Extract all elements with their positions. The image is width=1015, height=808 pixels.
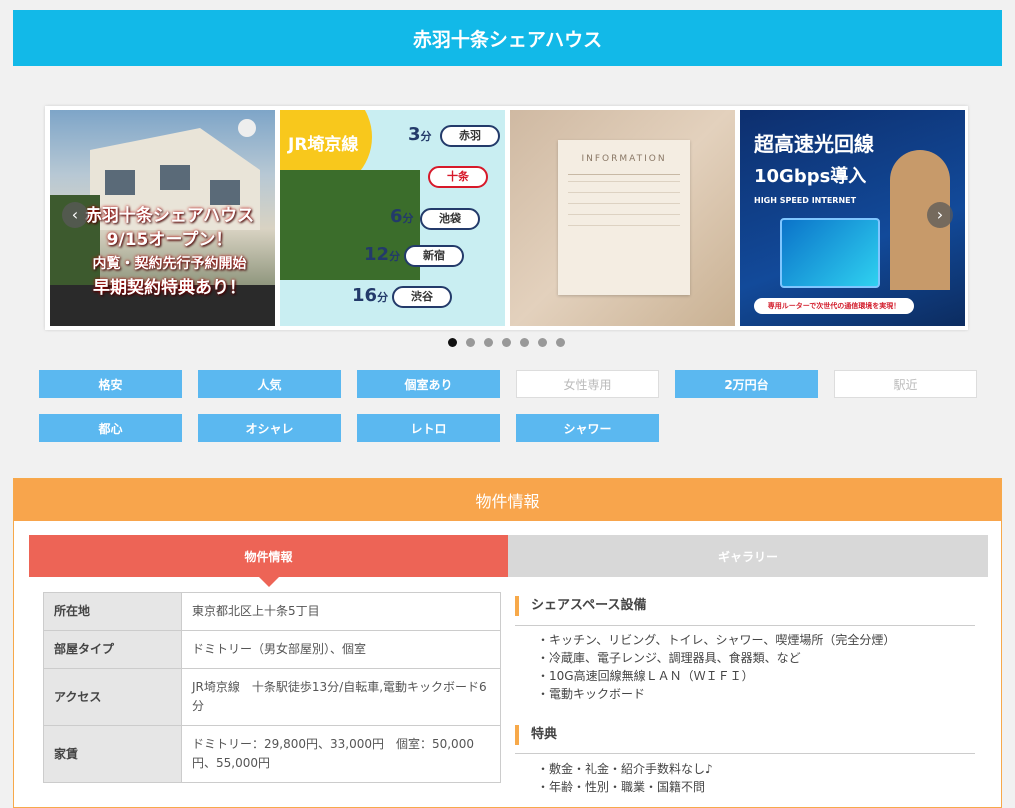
carousel-dot[interactable] <box>538 338 547 347</box>
table-row: アクセス JR埼京線 十条駅徒歩13分/自転車,電動キックボード6分 <box>43 668 501 726</box>
facilities-list: キッチン、リビング、トイレ、シャワー、喫煙場所（完全分煙） 冷蔵庫、電子レンジ、… <box>537 631 895 703</box>
facilities-title: シェアスペース設備 <box>515 596 975 616</box>
carousel-slide-access[interactable]: JR埼京線 3分 赤羽 十条 6分 池袋 12分 新宿 16分 渋谷 <box>280 110 505 326</box>
tag-private-room[interactable]: 個室あり <box>357 370 500 398</box>
carousel-prev-button[interactable]: ‹ <box>62 202 88 228</box>
slide1-line4: 早期契約特典あり！ <box>93 278 246 298</box>
row-key: 家賃 <box>43 725 182 783</box>
list-item: 敷金・礼金・紹介手数料なし♪ <box>537 760 713 778</box>
slide4-line1: 超高速光回線 <box>754 132 874 156</box>
station-badge-jujo: 十条 <box>428 166 488 188</box>
tab-gallery[interactable]: ギャラリー <box>508 535 988 577</box>
station-badge-shinjuku: 新宿 <box>404 245 464 267</box>
tab-property-info[interactable]: 物件情報 <box>29 535 508 577</box>
carousel-dot[interactable] <box>484 338 493 347</box>
table-row: 所在地 東京都北区上十条5丁目 <box>43 592 501 631</box>
tag-stylish[interactable]: オシャレ <box>198 414 341 442</box>
carousel-dot[interactable] <box>520 338 529 347</box>
row-key: 部屋タイプ <box>43 630 182 669</box>
station-minutes: 16 <box>352 285 378 306</box>
tag-20k-yen[interactable]: 2万円台 <box>675 370 818 398</box>
page-title: 赤羽十条シェアハウス <box>13 10 1002 66</box>
slide1-line1: 赤羽十条シェアハウス <box>84 206 255 226</box>
chevron-right-icon: › <box>936 205 944 224</box>
station-badge-shibuya: 渋谷 <box>392 286 452 308</box>
list-item: キッチン、リビング、トイレ、シャワー、喫煙場所（完全分煙） <box>537 631 895 649</box>
image-carousel[interactable]: 赤羽十条シェアハウス 9/15オープン！ 内覧・契約先行予約開始 早期契約特典あ… <box>45 106 968 330</box>
tag-budget[interactable]: 格安 <box>39 370 182 398</box>
property-panel-heading: 物件情報 <box>14 479 1001 521</box>
carousel-pagination <box>448 338 565 347</box>
table-row: 部屋タイプ ドミトリー（男女部屋別）、個室 <box>43 630 501 669</box>
station-badge-akabane: 赤羽 <box>440 125 500 147</box>
chevron-left-icon: ‹ <box>71 205 79 224</box>
tag-retro[interactable]: レトロ <box>357 414 500 442</box>
table-row: 家賃 ドミトリー：29,800円、33,000円 個室：50,000円、55,0… <box>43 725 501 783</box>
row-value: 東京都北区上十条5丁目 <box>181 592 501 631</box>
carousel-next-button[interactable]: › <box>927 202 953 228</box>
station-badge-ikebukuro: 池袋 <box>420 208 480 230</box>
row-value: JR埼京線 十条駅徒歩13分/自転車,電動キックボード6分 <box>181 668 501 726</box>
station-minutes: 12 <box>364 244 390 265</box>
tag-city-center[interactable]: 都心 <box>39 414 182 442</box>
property-info-table: 所在地 東京都北区上十条5丁目 部屋タイプ ドミトリー（男女部屋別）、個室 アク… <box>43 592 501 783</box>
list-item: 電動キックボード <box>537 685 895 703</box>
slide4-line3: HIGH SPEED INTERNET <box>754 196 857 205</box>
minute-unit: 分 <box>389 250 401 263</box>
minute-unit: 分 <box>402 212 414 225</box>
tag-near-station[interactable]: 駅近 <box>834 370 977 398</box>
row-value: ドミトリー：29,800円、33,000円 個室：50,000円、55,000円 <box>181 725 501 783</box>
minute-unit: 分 <box>377 291 389 304</box>
property-panel: 物件情報 物件情報 ギャラリー 所在地 東京都北区上十条5丁目 部屋タイプ ドミ… <box>13 478 1002 808</box>
carousel-slide-information[interactable]: Information <box>510 110 735 326</box>
station-minutes: 6 <box>390 206 403 227</box>
minute-unit: 分 <box>420 130 432 143</box>
station-minutes: 3 <box>408 124 421 145</box>
information-heading: Information <box>581 154 667 164</box>
list-item: 10G高速回線無線ＬＡＮ（ＷＩＦＩ） <box>537 667 895 685</box>
carousel-dot[interactable] <box>556 338 565 347</box>
slide4-line2: 10Gbps導入 <box>754 166 867 187</box>
row-key: 所在地 <box>43 592 182 631</box>
row-value: ドミトリー（男女部屋別）、個室 <box>181 630 501 669</box>
tag-popular[interactable]: 人気 <box>198 370 341 398</box>
benefits-list: 敷金・礼金・紹介手数料なし♪ 年齢・性別・職業・国籍不問 <box>537 760 713 796</box>
information-card: Information <box>558 140 690 295</box>
divider <box>515 753 975 754</box>
carousel-dot[interactable] <box>466 338 475 347</box>
carousel-dot[interactable] <box>502 338 511 347</box>
laptop-illustration <box>780 218 880 288</box>
slide1-line2: 9/15オープン！ <box>106 230 233 250</box>
carousel-dot[interactable] <box>448 338 457 347</box>
list-item: 冷蔵庫、電子レンジ、調理器具、食器類、など <box>537 649 895 667</box>
list-item: 年齢・性別・職業・国籍不問 <box>537 778 713 796</box>
tag-women-only[interactable]: 女性専用 <box>516 370 659 398</box>
active-tab-pointer <box>259 577 279 587</box>
slide1-line3: 内覧・契約先行予約開始 <box>92 256 247 272</box>
benefits-title: 特典 <box>515 725 975 745</box>
slide4-footer: 専用ルーターで次世代の通信環境を実現！ <box>754 298 914 314</box>
row-key: アクセス <box>43 668 182 726</box>
divider <box>515 625 975 626</box>
tag-shower[interactable]: シャワー <box>516 414 659 442</box>
slide2-line-name: JR埼京線 <box>288 135 359 155</box>
